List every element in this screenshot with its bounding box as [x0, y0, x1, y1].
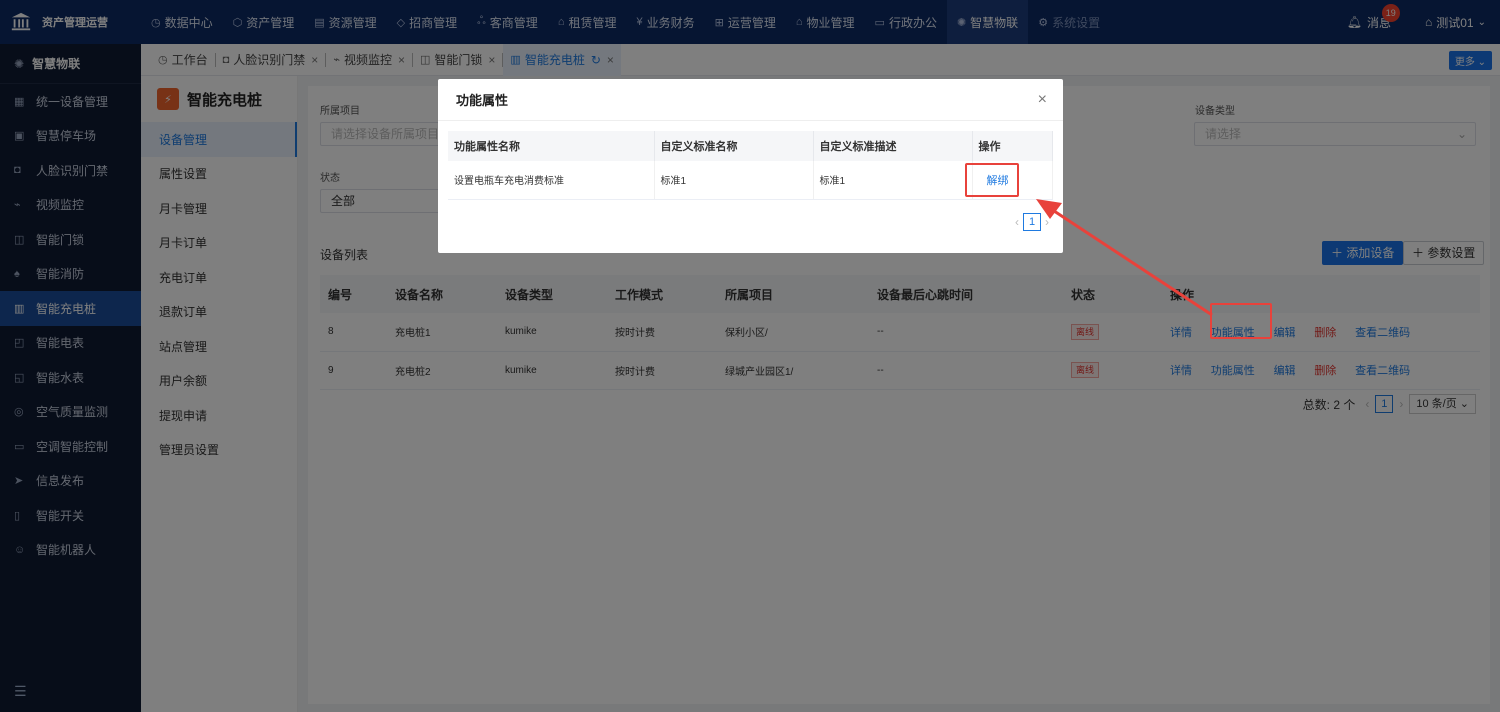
annotation-arrow-icon — [1036, 199, 1213, 317]
